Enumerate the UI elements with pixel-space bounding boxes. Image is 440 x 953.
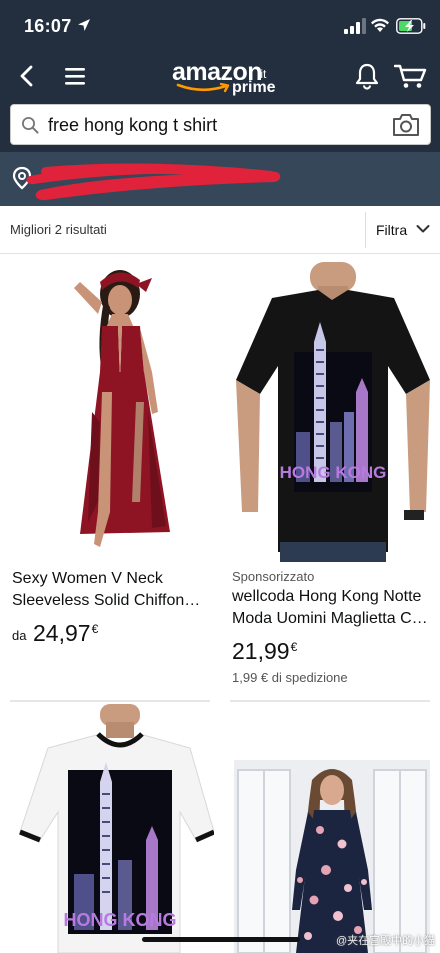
shirt-print-text: HONG KONG xyxy=(280,463,387,482)
results-bar: Migliori 2 risultati Filtra xyxy=(0,206,440,254)
amazon-prime-logo[interactable]: amazon .it prime xyxy=(170,58,280,98)
product-card[interactable]: HONG KONG Sponsorizzato wellcoda Hong Ko… xyxy=(220,254,440,704)
location-arrow-icon xyxy=(78,19,90,31)
filter-button[interactable]: Filtra xyxy=(366,206,440,254)
watermark: @夹在宫殿中的小猫 xyxy=(336,935,436,947)
results-count: Migliori 2 risultati xyxy=(10,222,107,237)
cellular-signal-icon xyxy=(344,18,366,34)
card-separator xyxy=(10,700,210,702)
price-prefix: da xyxy=(12,628,27,643)
product-price: 21,99€ xyxy=(232,638,297,665)
redaction-scribble xyxy=(26,163,281,201)
product-image[interactable] xyxy=(40,262,190,562)
sponsored-label: Sponsorizzato xyxy=(232,569,315,584)
camera-icon[interactable] xyxy=(391,112,421,138)
product-price: 24,97€ xyxy=(33,620,98,647)
product-title-line1[interactable]: wellcoda Hong Kong Notte xyxy=(232,586,438,608)
product-image[interactable] xyxy=(234,760,430,953)
top-nav: amazon .it prime xyxy=(0,54,440,100)
shirt-print-text: HONG KONG xyxy=(63,910,176,930)
product-card[interactable]: Sexy Women V Neck Sleeveless Solid Chiff… xyxy=(0,254,220,704)
notifications-bell-icon[interactable] xyxy=(354,62,380,90)
wifi-icon xyxy=(371,18,389,32)
product-image[interactable]: HONG KONG xyxy=(18,704,214,953)
back-button[interactable] xyxy=(14,62,40,90)
logo-prime: prime xyxy=(232,79,276,96)
price-value: 21,99 xyxy=(232,638,290,664)
product-card[interactable]: HONG KONG xyxy=(0,704,220,953)
product-card[interactable] xyxy=(220,704,440,953)
currency: € xyxy=(290,640,298,654)
price-value: 24,97 xyxy=(33,620,91,646)
currency: € xyxy=(91,622,99,636)
smile-arrow-icon xyxy=(176,82,230,93)
product-title-line2[interactable]: Sleeveless Solid Chiffon… xyxy=(12,590,212,612)
search-icon xyxy=(22,117,39,134)
search-input[interactable]: free hong kong t shirt xyxy=(10,104,431,145)
product-title-line2[interactable]: Moda Uomini Maglietta C… xyxy=(232,608,438,630)
status-time: 16:07 xyxy=(24,16,72,36)
product-image[interactable]: HONG KONG xyxy=(232,262,432,562)
home-indicator[interactable] xyxy=(142,937,300,942)
delivery-location-bar[interactable] xyxy=(0,152,440,206)
product-title-line1[interactable]: Sexy Women V Neck xyxy=(12,568,212,590)
menu-button[interactable] xyxy=(62,64,88,88)
status-bar: 16:07 xyxy=(0,0,440,54)
shipping-cost: 1,99 € di spedizione xyxy=(232,670,348,685)
search-query[interactable]: free hong kong t shirt xyxy=(48,115,217,136)
filter-label: Filtra xyxy=(376,222,408,238)
battery-charging-icon xyxy=(396,18,426,34)
card-separator xyxy=(230,700,430,702)
chevron-down-icon xyxy=(416,225,430,233)
cart-icon[interactable] xyxy=(394,62,428,90)
search-band: free hong kong t shirt xyxy=(0,100,440,152)
